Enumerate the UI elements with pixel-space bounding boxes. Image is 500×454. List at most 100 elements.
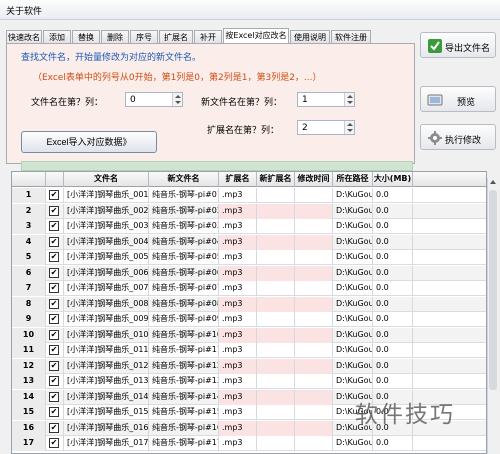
row-checkbox[interactable]: ✔ <box>49 391 59 402</box>
arrow-down-icon <box>347 129 353 132</box>
row-checkbox[interactable]: ✔ <box>49 190 59 200</box>
column-header-5[interactable]: 新扩展名 <box>257 172 295 187</box>
row-number: 6 <box>12 265 46 281</box>
table-cell: 纯音乐-钢琴-pi#09 <box>149 312 219 327</box>
new-col-stepper[interactable]: 1 <box>297 92 355 107</box>
table-row[interactable]: 12 ✔ [小洋洋]钢琴曲乐_012 纯音乐-钢琴-pi#12 .mp3 D:\KuGou… <box>12 358 486 374</box>
table-row[interactable]: 7 ✔ [小洋洋]钢琴曲乐_007 纯音乐-钢琴-pi#07 .mp3 D:\KuGou 0… <box>12 281 486 296</box>
menu-about[interactable]: 关于软件 <box>6 4 42 17</box>
table-cell <box>257 234 295 250</box>
column-header-1[interactable] <box>46 172 64 187</box>
table-cell <box>295 358 333 374</box>
table-cell: 纯音乐-钢琴-pi#15 <box>149 405 219 420</box>
row-checkbox[interactable]: ✔ <box>49 236 59 247</box>
column-header-3[interactable]: 新文件名 <box>149 172 219 187</box>
table-row[interactable]: 3 ✔ [小洋洋]钢琴曲乐_003 纯音乐-钢琴-pi#03 .mp3 D:\KuGou 0… <box>12 219 486 234</box>
table-cell <box>295 188 333 203</box>
column-header-2[interactable]: 文件名 <box>64 172 149 187</box>
table-cell: .mp3 <box>219 219 257 234</box>
column-header-8[interactable]: 大小(MB) <box>373 172 413 187</box>
table-row[interactable]: 9 ✔ [小洋洋]钢琴曲乐_009 纯音乐-钢琴-pi#09 .mp3 D:\KuGou 0… <box>12 312 486 327</box>
column-header-6[interactable]: 修改时间 <box>295 172 333 187</box>
row-checkbox[interactable]: ✔ <box>49 438 59 448</box>
table-row[interactable]: 17 ✔ [小洋洋]钢琴曲乐_017 纯音乐-钢琴-pi#17 .mp3 D:\KuGou… <box>12 436 486 451</box>
table-cell: .mp3 <box>219 389 257 405</box>
table-cell <box>295 312 333 327</box>
preview-button[interactable]: 预览 <box>420 86 496 112</box>
arrow-up-icon <box>347 95 353 98</box>
row-checkbox[interactable]: ✔ <box>49 205 59 216</box>
tab-9[interactable]: 软件注册 <box>331 30 371 44</box>
table-cell: .mp3 <box>219 234 257 250</box>
table-row[interactable]: 13 ✔ [小洋洋]钢琴曲乐_013 纯音乐-钢琴-pi#13 .mp3 D:\KuGou… <box>12 374 486 389</box>
row-number: 17 <box>12 436 46 451</box>
table-cell <box>295 389 333 405</box>
row-checkbox[interactable]: ✔ <box>49 283 59 293</box>
table-cell: [小洋洋]钢琴曲乐_013 <box>64 374 149 389</box>
table-cell: [小洋洋]钢琴曲乐_015 <box>64 405 149 420</box>
table-cell: .mp3 <box>219 436 257 451</box>
table-cell: 纯音乐-钢琴-pi#12 <box>149 358 219 374</box>
table-cell: 纯音乐-钢琴-pi#02 <box>149 203 219 219</box>
table-cell: 0.0 <box>373 436 413 451</box>
table-row[interactable]: 8 ✔ [小洋洋]钢琴曲乐_008 纯音乐-钢琴-pi#08 .mp3 D:\KuGou 0… <box>12 296 486 312</box>
table-cell: 纯音乐-钢琴-pi#13 <box>149 374 219 389</box>
row-checkbox[interactable]: ✔ <box>49 267 59 278</box>
table-row[interactable]: 11 ✔ [小洋洋]钢琴曲乐_011 纯音乐-钢琴-pi#11 .mp3 D:\KuGou… <box>12 343 486 358</box>
execute-button[interactable]: 执行修改 <box>420 124 496 150</box>
tab-2[interactable]: 替换 <box>72 30 100 44</box>
new-col-value: 1 <box>302 95 308 105</box>
table-cell: [小洋洋]钢琴曲乐_002 <box>64 203 149 219</box>
vertical-scrollbar[interactable] <box>487 178 497 454</box>
table-cell: 0.0 <box>373 343 413 358</box>
tab-3[interactable]: 删除 <box>101 30 129 44</box>
table-cell: D:\KuGou <box>333 343 373 358</box>
scroll-up-icon[interactable] <box>490 180 496 184</box>
row-checkbox[interactable]: ✔ <box>49 314 59 324</box>
row-checkbox[interactable]: ✔ <box>49 360 59 371</box>
table-row[interactable]: 10 ✔ [小洋洋]钢琴曲乐_010 纯音乐-钢琴-pi#10 .mp3 D:\KuGou… <box>12 327 486 343</box>
table-cell: D:\KuGou <box>333 296 373 312</box>
table-row[interactable]: 4 ✔ [小洋洋]钢琴曲乐_004 纯音乐-钢琴-pi#04 .mp3 D:\KuGou 0… <box>12 234 486 250</box>
tab-0[interactable]: 快速改名 <box>6 30 42 44</box>
ext-col-stepper[interactable]: 2 <box>297 120 355 135</box>
tab-1[interactable]: 添加 <box>43 30 71 44</box>
stepper-arrows[interactable] <box>344 121 354 134</box>
ext-col-label: 扩展名在第？列： <box>207 126 280 136</box>
excel-import-button[interactable]: Excel导入对应数据》 <box>21 131 157 153</box>
row-checkbox[interactable]: ✔ <box>49 376 59 386</box>
row-checkbox[interactable]: ✔ <box>49 345 59 355</box>
stepper-arrows[interactable] <box>172 93 182 106</box>
table-row[interactable]: 6 ✔ [小洋洋]钢琴曲乐_006 纯音乐-钢琴-pi#06 .mp3 D:\KuGou 0… <box>12 265 486 281</box>
table-cell <box>295 219 333 234</box>
table-cell: D:\KuGou <box>333 265 373 281</box>
row-checkbox[interactable]: ✔ <box>49 252 59 262</box>
table-row[interactable]: 2 ✔ [小洋洋]钢琴曲乐_002 纯音乐-钢琴-pi#02 .mp3 D:\KuGou 0… <box>12 203 486 219</box>
tab-5[interactable]: 扩展名 <box>159 30 193 44</box>
row-checkbox[interactable]: ✔ <box>49 422 59 433</box>
ext-col-value: 2 <box>302 123 308 133</box>
stepper-arrows[interactable] <box>344 93 354 106</box>
file-col-stepper[interactable]: 0 <box>125 92 183 107</box>
row-checkbox[interactable]: ✔ <box>49 329 59 340</box>
column-header-0[interactable] <box>12 172 46 187</box>
row-checkbox[interactable]: ✔ <box>49 221 59 231</box>
tab-4[interactable]: 序号 <box>130 30 158 44</box>
tab-8[interactable]: 使用说明 <box>290 30 330 44</box>
row-number: 5 <box>12 250 46 265</box>
table-row[interactable]: 5 ✔ [小洋洋]钢琴曲乐_005 纯音乐-钢琴-pi#05 .mp3 D:\KuGou 0… <box>12 250 486 265</box>
table-cell: [小洋洋]钢琴曲乐_009 <box>64 312 149 327</box>
column-header-4[interactable]: 扩展名 <box>219 172 257 187</box>
export-filenames-button[interactable]: 导出文件名 <box>420 32 496 58</box>
column-header-7[interactable]: 所在路径 <box>333 172 373 187</box>
column-hint: （Excel表单中的列号从0开始，第1列是0，第2列是1，第3列是2，...） <box>33 73 322 83</box>
row-number: 2 <box>12 203 46 219</box>
table-row[interactable]: 1 ✔ [小洋洋]钢琴曲乐_001 纯音乐-钢琴-pi#01 .mp3 D:\KuGou 0… <box>12 188 486 203</box>
tab-7[interactable]: 按Excel对应改名 <box>223 28 289 44</box>
scroll-thumb[interactable] <box>489 190 497 390</box>
row-number: 3 <box>12 219 46 234</box>
table-cell: [小洋洋]钢琴曲乐_017 <box>64 436 149 451</box>
tab-6[interactable]: 补开 <box>194 30 222 44</box>
row-checkbox[interactable]: ✔ <box>49 407 59 417</box>
row-checkbox[interactable]: ✔ <box>49 298 59 309</box>
